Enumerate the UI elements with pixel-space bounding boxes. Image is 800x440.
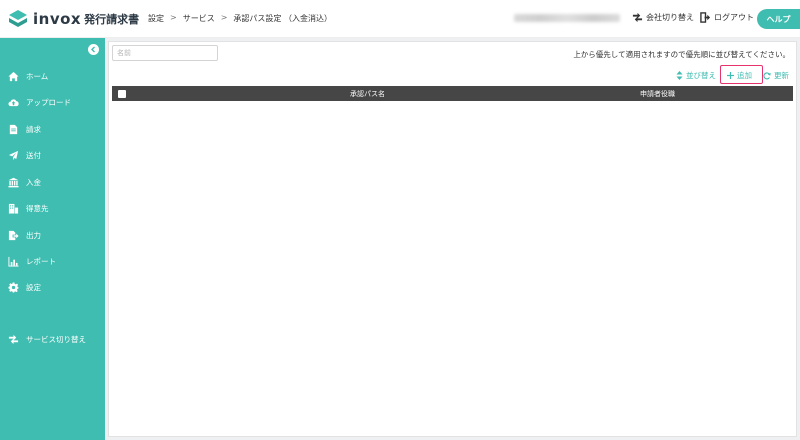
name-search-input[interactable] — [112, 45, 218, 61]
help-button[interactable]: ヘルプ — [757, 9, 800, 29]
sort-notice: 上から優先して適用されますので優先順に並び替えてください。 — [573, 50, 790, 59]
sidebar-item-export[interactable]: 出力 — [0, 225, 105, 245]
bank-icon — [7, 176, 19, 188]
sort-button[interactable]: 並び替え — [676, 70, 716, 81]
collapse-sidebar-button[interactable] — [88, 44, 99, 55]
logo-word: invox — [33, 10, 82, 28]
sidebar-item-label: レポート — [26, 256, 56, 266]
sidebar-item-payment[interactable]: 入金 — [0, 172, 105, 192]
refresh-label: 更新 — [774, 71, 789, 80]
breadcrumb-separator: > — [220, 13, 228, 22]
logout-label: ログアウト — [714, 13, 754, 22]
add-label: 追加 — [737, 71, 752, 80]
sidebar-item-label: 設定 — [26, 282, 41, 292]
sidebar-item-report[interactable]: レポート — [0, 251, 105, 271]
document-icon — [7, 123, 19, 135]
table-header: 承認パス名 申請者役職 — [112, 86, 793, 101]
switch-icon — [7, 333, 19, 345]
plus-icon — [727, 72, 734, 79]
switch-company-button[interactable]: 会社切り替え — [632, 12, 694, 23]
logo-subtitle: 発行請求書 — [84, 13, 140, 26]
file-export-icon — [7, 229, 19, 241]
breadcrumb-item-service[interactable]: サービス — [183, 13, 215, 24]
building-icon — [7, 202, 19, 214]
sidebar-item-label: 送付 — [26, 150, 41, 160]
breadcrumb: 設定 > サービス > 承認パス設定 （入金消込） — [148, 13, 332, 24]
refresh-icon — [763, 71, 771, 79]
logo-icon — [9, 10, 27, 27]
add-button[interactable]: 追加 — [727, 70, 752, 81]
sort-icon — [676, 71, 683, 80]
top-header: invox 発行請求書 設定 > サービス > 承認パス設定 （入金消込） 会社… — [0, 0, 800, 38]
sidebar-item-label: 得意先 — [26, 203, 49, 213]
switch-company-label: 会社切り替え — [646, 13, 694, 22]
app-logo[interactable]: invox 発行請求書 — [8, 9, 139, 29]
sidebar-item-invoice[interactable]: 請求 — [0, 119, 105, 139]
sidebar-item-label: アップロード — [26, 97, 71, 107]
sidebar-item-label: ホーム — [26, 71, 49, 81]
sidebar-item-label: 入金 — [26, 177, 41, 187]
sidebar-item-label: 請求 — [26, 124, 41, 134]
refresh-button[interactable]: 更新 — [763, 70, 789, 81]
logout-button[interactable]: ログアウト — [700, 12, 754, 23]
sort-label: 並び替え — [686, 71, 716, 80]
paper-plane-icon — [7, 149, 19, 161]
gear-icon — [7, 281, 19, 293]
sidebar-item-service-switch[interactable]: サービス切り替え — [0, 329, 105, 349]
sidebar-item-settings[interactable]: 設定 — [0, 277, 105, 297]
cloud-upload-icon — [7, 96, 19, 108]
sidebar-item-upload[interactable]: アップロード — [0, 92, 105, 112]
breadcrumb-separator: > — [170, 13, 177, 22]
column-header-applicant-position[interactable]: 申請者役職 — [640, 89, 675, 99]
user-name-redacted — [514, 14, 620, 22]
sidebar-item-customers[interactable]: 得意先 — [0, 198, 105, 218]
sidebar-item-label: サービス切り替え — [26, 334, 86, 344]
sidebar-item-label: 出力 — [26, 230, 41, 240]
switch-icon — [632, 12, 643, 23]
sidebar-item-send[interactable]: 送付 — [0, 145, 105, 165]
logout-icon — [700, 12, 711, 23]
chart-icon — [7, 255, 19, 267]
breadcrumb-item-current: 承認パス設定 （入金消込） — [233, 14, 332, 23]
breadcrumb-item-settings[interactable]: 設定 — [148, 13, 164, 24]
select-all-checkbox[interactable] — [118, 90, 126, 98]
sidebar-item-home[interactable]: ホーム — [0, 66, 105, 86]
home-icon — [7, 70, 19, 82]
column-header-approval-path-name[interactable]: 承認パス名 — [350, 89, 385, 99]
chevron-left-icon — [91, 46, 95, 53]
